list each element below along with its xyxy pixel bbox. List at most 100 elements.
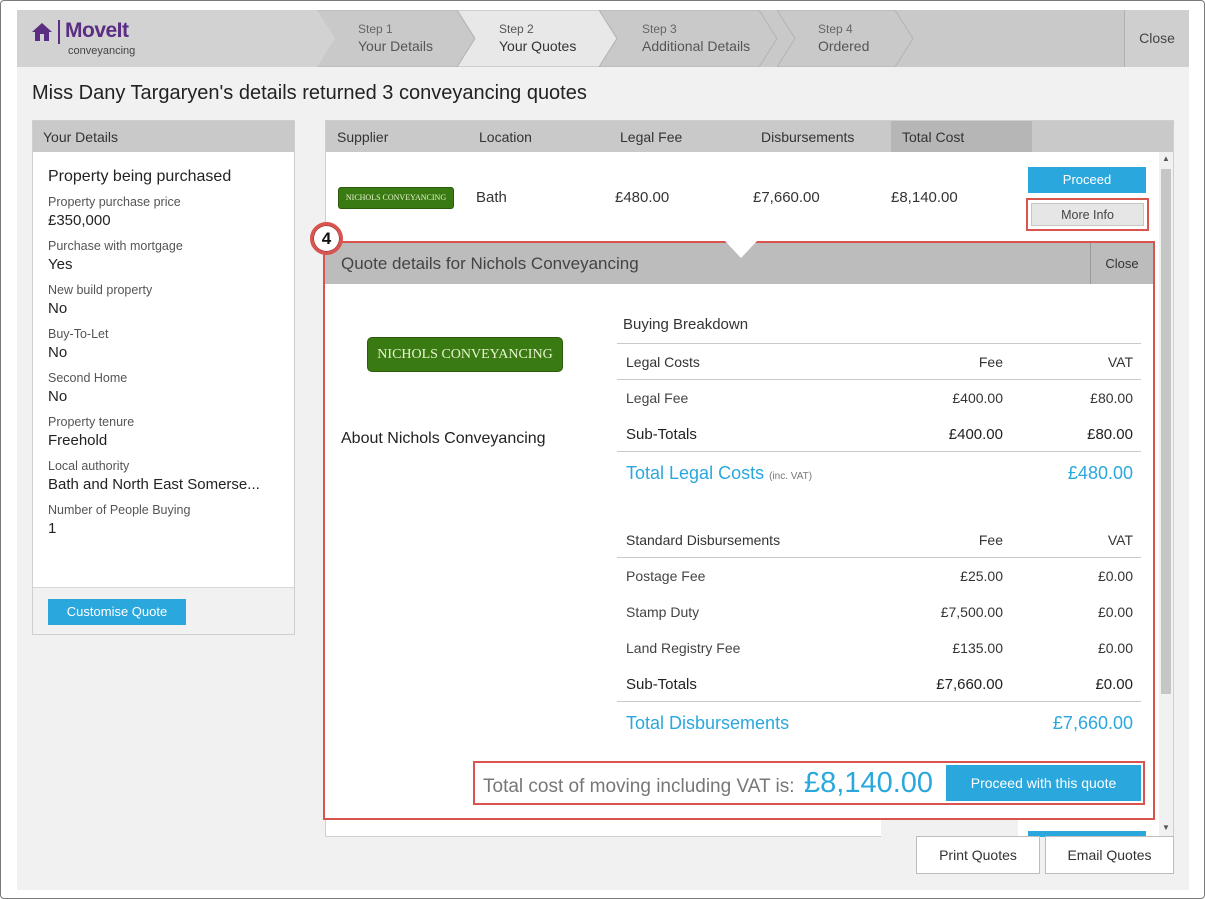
subtotal-label: Sub-Totals (626, 676, 697, 693)
disbursements-header: Standard Disbursements (626, 532, 781, 548)
scroll-up-icon[interactable]: ▲ (1162, 154, 1170, 163)
detail-label: Second Home (48, 371, 128, 385)
breakdown-row: Postage Fee £25.00 £0.00 (617, 558, 1141, 594)
detail-value: No (48, 388, 68, 405)
breakdown-row: Stamp Duty £7,500.00 £0.00 (617, 594, 1141, 630)
detail-label: New build property (48, 283, 153, 297)
detail-value: Freehold (48, 432, 108, 449)
supplier-logo-large: NICHOLS CONVEYANCING (367, 337, 563, 372)
step-4[interactable]: Step 4 Ordered (777, 10, 917, 67)
column-header-location[interactable]: Location (479, 129, 532, 145)
item-label: Postage Fee (626, 568, 706, 584)
fee-header: Fee (978, 532, 1003, 548)
detail-field: Local authority Bath and North East Somer… (48, 459, 279, 493)
detail-label: Local authority (48, 459, 130, 473)
top-bar: MoveIt conveyancing Step 1 Your Details … (17, 10, 1189, 67)
vertical-scrollbar[interactable]: ▲ ▼ (1159, 152, 1173, 837)
step-4-label: Ordered (818, 38, 870, 54)
total-cost-value: £8,140.00 (804, 767, 934, 799)
breakdown-header-row: Legal Costs Fee VAT (617, 344, 1141, 380)
item-vat: £0.00 (1097, 568, 1133, 584)
email-quotes-button[interactable]: Email Quotes (1045, 836, 1174, 874)
detail-label: Buy-To-Let (48, 327, 109, 341)
more-info-button[interactable]: More Info (1031, 203, 1144, 226)
customise-quote-button[interactable]: Customise Quote (48, 599, 186, 625)
proceed-with-quote-button[interactable]: Proceed with this quote (946, 765, 1141, 801)
page-title: Miss Dany Targaryen's details returned 3… (32, 82, 587, 104)
step-4-number: Step 4 (818, 22, 853, 36)
subtotal-label: Sub-Totals (626, 426, 697, 443)
house-icon (32, 23, 52, 41)
step-3-label: Additional Details (642, 38, 751, 54)
buying-breakdown-table: Legal Costs Fee VAT Legal Fee £400.00 £8… (617, 343, 1141, 746)
fee-header: Fee (978, 354, 1003, 370)
item-fee: £25.00 (960, 568, 1003, 584)
detail-value: £350,000 (48, 212, 111, 229)
detail-label: Property tenure (48, 415, 135, 429)
quote-details-popup: Quote details for Nichols Conveyancing C… (323, 241, 1155, 820)
total-cost-bar: Total cost of moving including VAT is: £… (473, 761, 1145, 805)
proceed-button[interactable]: Proceed (1028, 167, 1146, 193)
item-vat: £80.00 (1090, 390, 1133, 406)
column-header-total-cost[interactable]: Total Cost (902, 129, 964, 145)
supplier-logo: NICHOLS CONVEYANCING (338, 187, 454, 209)
detail-value: 1 (48, 520, 57, 537)
total-legal-costs-row: Total Legal Costs (inc. VAT) £480.00 (617, 452, 1141, 496)
column-header-legal-fee[interactable]: Legal Fee (620, 129, 682, 145)
inc-vat-note: (inc. VAT) (769, 471, 813, 482)
column-header-supplier[interactable]: Supplier (337, 129, 388, 145)
quote-details-close-button[interactable]: Close (1090, 243, 1153, 284)
subtotal-vat: £80.00 (1087, 426, 1133, 443)
detail-value: No (48, 344, 68, 361)
step-1[interactable]: Step 1 Your Details (317, 10, 477, 67)
close-button[interactable]: Close (1124, 10, 1189, 67)
column-header-disbursements[interactable]: Disbursements (761, 129, 854, 145)
vat-header: VAT (1107, 532, 1133, 548)
logo-separator (58, 20, 60, 44)
total-legal-costs-value: £480.00 (1067, 463, 1133, 483)
total-legal-costs-label: Total Legal Costs (inc. VAT) (626, 463, 812, 484)
details-section-title: Property being purchased (48, 168, 232, 185)
step-3[interactable]: Step 3 Additional Details (599, 10, 779, 67)
scroll-down-icon[interactable]: ▼ (1162, 823, 1170, 832)
more-info-highlight: More Info (1026, 198, 1149, 231)
item-label: Legal Fee (626, 390, 689, 406)
details-body: Property being purchased Property purcha… (33, 152, 294, 559)
detail-field: Number of People Buying 1 (48, 503, 279, 537)
item-vat: £0.00 (1097, 604, 1133, 620)
row-disbursements: £7,660.00 (753, 189, 820, 206)
subtotal-vat: £0.00 (1095, 676, 1133, 693)
step-1-number: Step 1 (358, 22, 393, 36)
window-frame: MoveIt conveyancing Step 1 Your Details … (0, 0, 1205, 899)
row-location: Bath (476, 189, 507, 206)
print-quotes-button[interactable]: Print Quotes (916, 836, 1040, 874)
detail-field: Property tenure Freehold (48, 415, 279, 449)
total-cost-label: Total cost of moving including VAT is: (483, 776, 795, 797)
buying-breakdown-title: Buying Breakdown (623, 316, 749, 333)
table-header: Supplier Location Legal Fee Disbursement… (326, 121, 1173, 152)
item-fee: £7,500.00 (940, 604, 1003, 620)
detail-label: Number of People Buying (48, 503, 191, 517)
detail-value: No (48, 300, 68, 317)
step-2[interactable]: Step 2 Your Quotes (457, 10, 617, 67)
total-disbursements-label: Total Disbursements (626, 713, 790, 733)
about-supplier-link[interactable]: About Nichols Conveyancing (341, 430, 546, 448)
brand-subtitle: conveyancing (68, 45, 136, 57)
total-disbursements-row: Total Disbursements £7,660.00 (617, 702, 1141, 746)
item-fee: £135.00 (952, 640, 1003, 656)
subtotal-row: Sub-Totals £7,660.00 £0.00 (617, 666, 1141, 702)
detail-label: Property purchase price (48, 195, 181, 209)
logo-area: MoveIt conveyancing (17, 10, 317, 67)
subtotal-fee: £7,660.00 (936, 676, 1003, 693)
step-2-number: Step 2 (499, 22, 534, 36)
legal-costs-header: Legal Costs (626, 354, 700, 370)
row-total-cost: £8,140.00 (891, 189, 958, 206)
your-details-header: Your Details (33, 121, 294, 152)
item-vat: £0.00 (1097, 640, 1133, 656)
brand-name: MoveIt (65, 19, 129, 42)
detail-value: Yes (48, 256, 73, 273)
vat-header: VAT (1107, 354, 1133, 370)
scrollbar-thumb[interactable] (1161, 169, 1171, 694)
detail-field: Purchase with mortgage Yes (48, 239, 279, 273)
item-fee: £400.00 (952, 390, 1003, 406)
